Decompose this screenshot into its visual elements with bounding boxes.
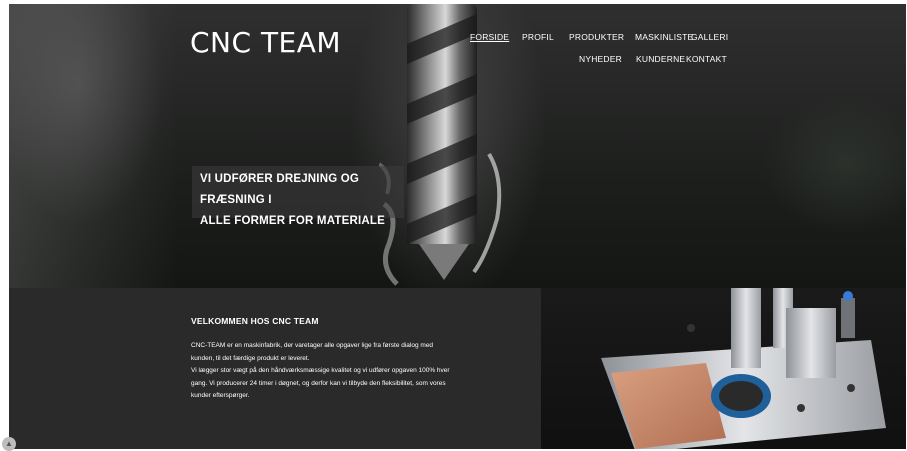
hero-haze-left (9, 4, 179, 288)
nav-link-profil[interactable]: PROFIL (522, 32, 554, 42)
welcome-section: VELKOMMEN HOS CNC TEAM CNC-TEAM er en ma… (9, 288, 541, 449)
machine-photo (541, 288, 906, 449)
nav-link-produkter[interactable]: PRODUKTER (569, 32, 624, 42)
chevron-up-icon: ▲ (5, 439, 13, 448)
welcome-text: CNC-TEAM er en maskinfabrik, der varetag… (191, 340, 521, 403)
hero-banner: CNC TEAM FORSIDE PROFIL PRODUKTER MASKIN… (9, 4, 906, 288)
press-machine-image (601, 288, 886, 449)
nav-link-maskinliste[interactable]: MASKINLISTE (635, 32, 693, 42)
welcome-heading: VELKOMMEN HOS CNC TEAM (191, 316, 319, 326)
hero-haze-right (726, 4, 906, 288)
main-navigation: FORSIDE PROFIL PRODUKTER MASKINLISTE GAL… (449, 28, 739, 68)
welcome-text-line: gang. Vi producerer 24 timer i døgnet, o… (191, 379, 446, 387)
page-frame: CNC TEAM FORSIDE PROFIL PRODUKTER MASKIN… (9, 4, 906, 449)
welcome-text-line: Vi lægger stor vægt på den håndværksmæss… (191, 367, 450, 375)
nav-link-galleri[interactable]: GALLERI (691, 32, 728, 42)
hero-tagline-line2: ALLE FORMER FOR MATERIALE (200, 215, 385, 227)
nav-link-nyheder[interactable]: NYHEDER (579, 54, 622, 64)
welcome-text-line: kunder efterspørger. (191, 392, 250, 400)
nav-link-forside[interactable]: FORSIDE (470, 32, 509, 42)
nav-link-kontakt[interactable]: KONTAKT (686, 54, 727, 64)
nav-link-kunderne[interactable]: KUNDERNE (636, 54, 685, 64)
welcome-text-line: CNC-TEAM er en maskinfabrik, der varetag… (191, 342, 434, 349)
site-logo[interactable]: CNC TEAM (190, 26, 341, 59)
hero-tagline: VI UDFØRER DREJNING OG FRÆSNING I ALLE F… (192, 166, 404, 227)
hero-tagline-line1: VI UDFØRER DREJNING OG FRÆSNING I (200, 173, 360, 206)
welcome-text-line: kunden, til det færdige produkt er lever… (191, 354, 310, 362)
